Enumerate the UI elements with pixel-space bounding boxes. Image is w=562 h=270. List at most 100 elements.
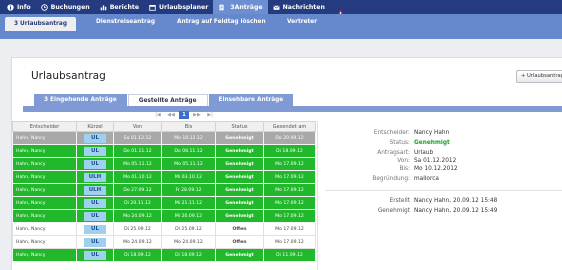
kuerzel-badge: ULH xyxy=(84,185,106,195)
cell-bis: Mi 26.09.12 xyxy=(161,209,216,223)
cell-gesendet: Mo 17.09.12 xyxy=(263,170,316,184)
tab-eingehende-antraege[interactable]: 3 Eingehende Anträge xyxy=(34,94,127,106)
nav-item-label: Berichte xyxy=(109,3,140,11)
status-text: Offen xyxy=(232,239,247,245)
nav-item-label: Anträge xyxy=(234,3,263,11)
column-header-bis[interactable]: Bis xyxy=(161,121,216,132)
detail-value: Mo 10.12.2012 xyxy=(414,166,458,172)
add-urlaubsantrag-button[interactable]: + Urlaubsantrag xyxy=(516,70,562,83)
warning-icon[interactable] xyxy=(336,3,345,17)
column-header-status[interactable]: Status xyxy=(215,121,264,132)
subnav-item-vertreter[interactable]: Vertreter xyxy=(287,14,317,31)
cell-von: Sa 01.12.12 xyxy=(113,131,162,145)
cell-von: Di 20.11.12 xyxy=(113,196,162,210)
cell-kuerzel: UL xyxy=(76,144,114,158)
info-icon xyxy=(7,3,14,11)
cell-gesendet: Mo 17.09.12 xyxy=(263,157,316,171)
cell-entscheider: Hahn, Nancy xyxy=(12,248,77,262)
table-row[interactable]: Hahn, Nancy UL Mo 24.09.12 Mi 26.09.12 Geneh… xyxy=(12,209,316,223)
cell-bis: Fr 28.09.12 xyxy=(161,183,216,197)
table-row[interactable]: Hahn, Nancy ULH Do 27.09.12 Fr 28.09.12 Gene… xyxy=(12,183,316,197)
prev-page-button[interactable]: ◀◀ xyxy=(166,111,176,119)
kuerzel-badge: UL xyxy=(84,250,106,260)
cell-gesendet: Do 20.09.12 xyxy=(263,131,316,145)
mail-icon xyxy=(273,4,280,11)
cell-kuerzel: UL xyxy=(76,209,114,223)
status-text: Genehmigt xyxy=(225,187,254,193)
nav-item-urlaubsplaner[interactable]: Urlaubsplaner xyxy=(144,0,213,14)
cell-bis: Di 25.09.12 xyxy=(161,222,216,236)
cell-kuerzel: ULH xyxy=(76,183,114,197)
cell-entscheider: Hahn, Nancy xyxy=(12,144,77,158)
kuerzel-badge: UL xyxy=(84,198,106,208)
cell-status: Genehmigt xyxy=(215,144,264,158)
cell-entscheider: Hahn, Nancy xyxy=(12,209,77,223)
nav-item-label: Buchungen xyxy=(50,3,90,11)
status-text: Genehmigt xyxy=(225,213,254,219)
table-row[interactable]: Hahn, Nancy UL Do 01.11.12 Do 08.11.12 Geneh… xyxy=(12,144,316,158)
detail-value: Urlaub xyxy=(414,150,434,156)
cell-kuerzel: UL xyxy=(76,196,114,210)
detail-entscheider: Entscheider: Nancy Hahn xyxy=(317,130,449,136)
kuerzel-badge: UL xyxy=(84,146,106,156)
subnav-item-antrag-feldtag[interactable]: Antrag auf Feldtag löschen xyxy=(177,14,266,31)
last-page-button[interactable]: ▶| xyxy=(205,111,215,119)
current-page[interactable]: 1 xyxy=(179,110,189,119)
column-header-entscheider[interactable]: Entscheider xyxy=(12,121,77,132)
nav-item-buchungen[interactable]: Buchungen xyxy=(36,0,95,14)
cell-gesendet: Mo 17.09.12 xyxy=(263,183,316,197)
nav-item-info[interactable]: Info xyxy=(2,0,36,14)
status-text: Offen xyxy=(232,226,247,232)
subnav-item-urlaubsantrag[interactable]: 3 Urlaubsantrag xyxy=(5,17,76,31)
cell-kuerzel: UL xyxy=(76,222,114,236)
request-tabs: 3 Eingehende Anträge Gestellte Anträge E… xyxy=(34,94,294,106)
cell-entscheider: Hahn, Nancy xyxy=(12,131,77,145)
clock-icon xyxy=(40,3,48,11)
page-title: Urlaubsantrag xyxy=(31,70,106,82)
cell-bis: Mo 24.09.12 xyxy=(161,235,216,249)
detail-label: Entscheider: xyxy=(373,130,410,136)
subnav-item-dienstreiseantrag[interactable]: Dienstreiseantrag xyxy=(96,14,155,31)
column-header-von[interactable]: Von xyxy=(113,121,162,132)
nav-item-nachrichten[interactable]: Nachrichten xyxy=(268,0,330,14)
status-text: Genehmigt xyxy=(225,135,254,141)
table-row[interactable]: Hahn, Nancy UL Di 18.09.12 Di 18.09.12 Geneh… xyxy=(12,248,316,262)
cell-entscheider: Hahn, Nancy xyxy=(12,222,77,236)
detail-value: Nancy Hahn xyxy=(414,130,450,136)
cell-gesendet: Mo 17.09.12 xyxy=(263,222,316,236)
cell-kuerzel: ULH xyxy=(76,170,114,184)
table-row[interactable]: Hahn, Nancy UL Di 25.09.12 Di 25.09.12 Offen… xyxy=(12,222,316,236)
cell-status: Offen xyxy=(215,235,264,249)
detail-value: Genehmigt xyxy=(414,140,450,146)
cell-entscheider: Hahn, Nancy xyxy=(12,157,77,171)
table-row[interactable]: Hahn, Nancy UL Mo 05.11.12 Mo 05.11.12 Geneh… xyxy=(12,157,316,171)
table-row[interactable]: Hahn, Nancy UL Mo 24.09.12 Mo 24.09.12 Offen… xyxy=(12,235,316,249)
table-row[interactable]: Hahn, Nancy ULH Mo 01.10.12 Mi 03.10.12 Gene… xyxy=(12,170,316,184)
nav-item-antraege[interactable]: 3 Anträge xyxy=(213,0,268,14)
cell-von: Mo 05.11.12 xyxy=(113,157,162,171)
nav-item-berichte[interactable]: Berichte xyxy=(95,0,144,14)
cell-kuerzel: UL xyxy=(76,131,114,145)
detail-begruendung: Begründung: mallorca xyxy=(317,176,439,182)
cell-gesendet: Mo 17.09.12 xyxy=(263,196,316,210)
cell-von: Di 25.09.12 xyxy=(113,222,162,236)
next-page-button[interactable]: ▶▶ xyxy=(192,111,202,119)
sub-navigation: 3 Urlaubsantrag Dienstreiseantrag Antrag… xyxy=(0,14,562,39)
cell-gesendet: Di 18.09.12 xyxy=(263,144,316,158)
column-header-kuerzel[interactable]: Kürzel xyxy=(76,121,114,132)
cell-bis: Mo 05.11.12 xyxy=(161,157,216,171)
cell-gesendet: Di 11.09.12 xyxy=(263,248,316,262)
tab-einsehbare-antraege[interactable]: Einsehbare Anträge xyxy=(208,94,294,106)
detail-value: mallorca xyxy=(414,176,439,182)
first-page-button[interactable]: |◀ xyxy=(153,111,163,119)
table-row[interactable]: Hahn, Nancy UL Sa 01.12.12 Mo 10.12.12 Geneh… xyxy=(12,131,316,145)
cell-status: Genehmigt xyxy=(215,131,264,145)
kuerzel-badge: UL xyxy=(84,159,106,169)
status-text: Genehmigt xyxy=(225,252,254,258)
column-header-gesendet[interactable]: Gesendet am xyxy=(263,121,316,132)
cell-status: Genehmigt xyxy=(215,248,264,262)
tab-gestellte-antraege[interactable]: Gestellte Anträge xyxy=(127,94,208,106)
detail-value: Nancy Hahn, 20.09.12 15:48 xyxy=(414,198,498,204)
detail-label: Status: xyxy=(389,140,410,146)
table-row[interactable]: Hahn, Nancy UL Di 20.11.12 Mi 21.11.12 Geneh… xyxy=(12,196,316,210)
